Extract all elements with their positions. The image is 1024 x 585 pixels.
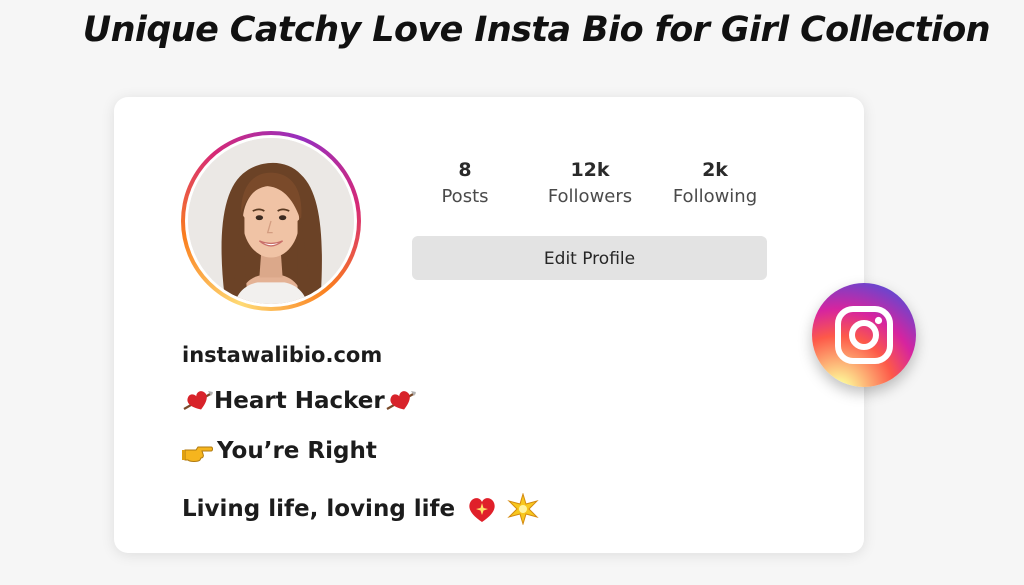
stat-following-value: 2k xyxy=(702,159,728,181)
instagram-icon[interactable] xyxy=(812,283,916,387)
heart-with-arrow-icon xyxy=(385,388,417,414)
bio-website-link[interactable]: instawalibio.com xyxy=(182,343,382,367)
avatar[interactable] xyxy=(181,131,361,311)
stat-followers-label: Followers xyxy=(547,186,633,207)
profile-photo xyxy=(188,138,354,304)
profile-card: 8 Posts 12k Followers 2k Following Edit … xyxy=(114,97,864,553)
bio-line-heart-hacker: Heart Hacker xyxy=(182,388,417,414)
stat-posts-value: 8 xyxy=(458,159,472,181)
bio-line-1-text: Heart Hacker xyxy=(214,388,385,414)
stat-following[interactable]: 2k Following xyxy=(655,157,775,211)
stat-followers[interactable]: 12k Followers xyxy=(530,157,650,211)
stat-posts-label: Posts xyxy=(441,186,489,207)
sparkle-star-icon xyxy=(507,493,539,525)
stat-following-label: Following xyxy=(672,186,758,207)
profile-stats: 8 Posts 12k Followers 2k Following xyxy=(414,157,774,217)
pointing-right-hand-icon xyxy=(182,438,214,464)
bio-line-youre-right: You’re Right xyxy=(182,438,377,464)
stat-posts[interactable]: 8 Posts xyxy=(405,157,525,211)
sparkling-heart-icon xyxy=(465,494,499,524)
edit-profile-button[interactable]: Edit Profile xyxy=(412,236,767,280)
instagram-glyph xyxy=(835,306,893,364)
bio-line-living-life: Living life, loving life xyxy=(182,493,539,525)
heart-with-arrow-icon xyxy=(182,388,214,414)
page-headline: Unique Catchy Love Insta Bio for Girl Co… xyxy=(82,10,991,50)
stat-followers-value: 12k xyxy=(570,159,610,181)
bio-line-2-text: You’re Right xyxy=(217,438,377,464)
bio-line-3-text: Living life, loving life xyxy=(182,496,456,522)
profile-photo-illustration xyxy=(188,138,354,304)
